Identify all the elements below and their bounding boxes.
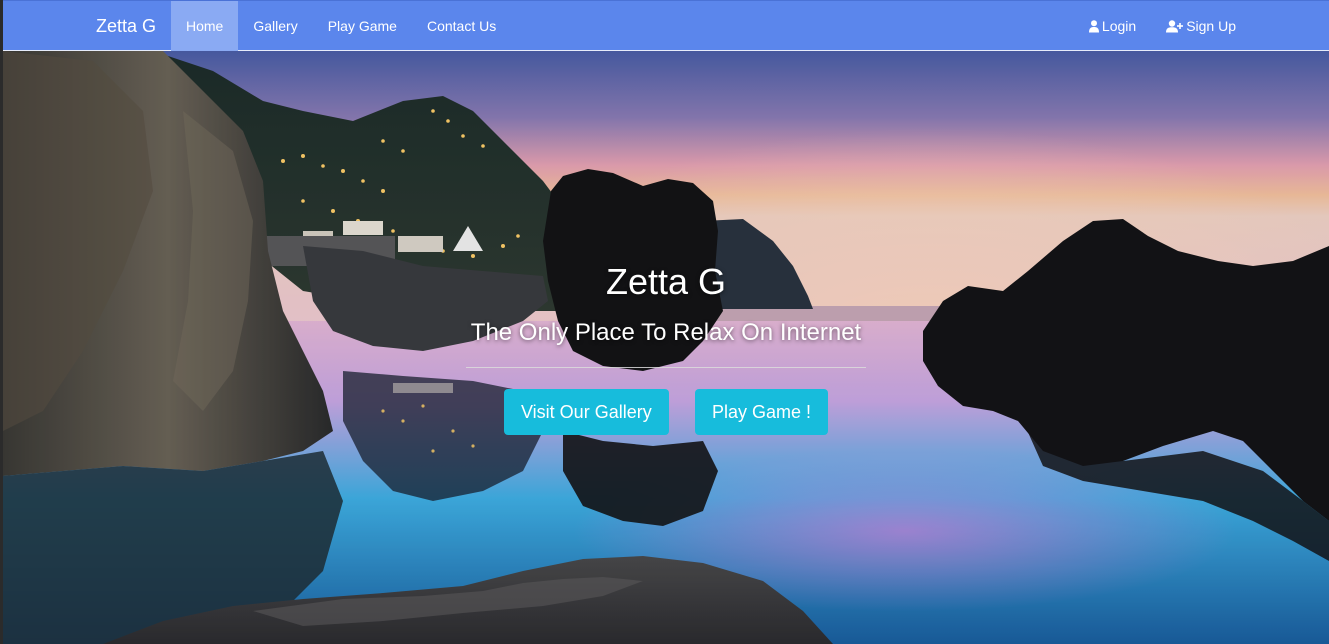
nav-contact-us[interactable]: Contact Us — [412, 1, 511, 51]
window-edge — [0, 0, 3, 644]
page: Zetta G Home Gallery Play Game Contact U… — [0, 0, 1329, 644]
hero-title: Zetta G — [605, 261, 727, 302]
nav-login-label: Login — [1101, 18, 1137, 34]
nav-main-menu: Home Gallery Play Game Contact Us — [171, 1, 511, 51]
hero-subtitle: The Only Place To Relax On Internet — [470, 319, 862, 346]
nav-gallery[interactable]: Gallery — [238, 1, 312, 51]
visit-gallery-button[interactable]: Visit Our Gallery — [504, 389, 669, 435]
user-icon — [1088, 20, 1099, 33]
nav-home[interactable]: Home — [171, 1, 239, 51]
user-plus-icon — [1166, 20, 1184, 33]
play-game-button[interactable]: Play Game ! — [695, 389, 829, 435]
brand-link[interactable]: Zetta G — [96, 1, 156, 51]
hero-content: Zetta G The Only Place To Relax On Inter… — [3, 51, 1329, 644]
nav-play-game[interactable]: Play Game — [313, 1, 412, 51]
navbar: Zetta G Home Gallery Play Game Contact U… — [3, 0, 1329, 51]
hero-divider — [466, 367, 866, 368]
nav-login[interactable]: Login — [1074, 1, 1151, 51]
nav-sign-up[interactable]: Sign Up — [1151, 1, 1251, 51]
nav-sign-up-label: Sign Up — [1186, 18, 1236, 34]
nav-account-menu: Login Sign Up — [1074, 1, 1251, 51]
hero-section: Zetta G The Only Place To Relax On Inter… — [3, 51, 1329, 644]
